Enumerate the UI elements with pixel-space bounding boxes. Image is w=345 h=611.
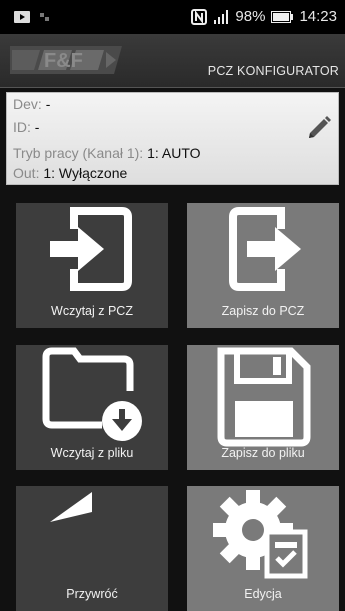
dev-row: Dev: - xyxy=(13,96,50,112)
save-to-file-button[interactable]: Zapisz do pliku xyxy=(187,345,339,470)
status-bar-right: 98% 14:23 xyxy=(191,8,337,25)
edit-button[interactable]: Edycja xyxy=(187,486,339,611)
media-notification-icon xyxy=(14,11,30,23)
logo: F&F xyxy=(10,46,122,74)
save-to-pcz-label: Zapisz do PCZ xyxy=(221,304,305,318)
nfc-icon xyxy=(191,8,208,25)
dev-value: - xyxy=(45,96,51,112)
notification-icon xyxy=(40,13,49,21)
restore-label: Przywróć xyxy=(66,587,118,601)
load-from-file-label: Wczytaj z pliku xyxy=(50,446,134,460)
app-title: PCZ KONFIGURATOR xyxy=(207,64,339,78)
mode-row: Tryb pracy (Kanał 1): 1: AUTO xyxy=(13,145,201,161)
signal-icon xyxy=(214,9,229,24)
dev-label: Dev: xyxy=(13,96,42,112)
load-from-file-button[interactable]: Wczytaj z pliku xyxy=(16,345,168,470)
mode-label: Tryb pracy (Kanał 1): xyxy=(13,145,144,161)
out-value: 1: Wyłączone xyxy=(43,165,128,181)
battery-icon xyxy=(271,10,294,23)
restore-button[interactable]: Przywróć xyxy=(16,486,168,611)
mode-value: 1: AUTO xyxy=(147,145,201,161)
status-bar-left xyxy=(14,11,50,23)
status-bar: 98% 14:23 xyxy=(0,0,345,34)
logo-text: F&F xyxy=(44,50,83,72)
app-header: F&F PCZ KONFIGURATOR xyxy=(0,34,345,88)
edit-label: Edycja xyxy=(244,587,282,601)
load-from-pcz-label: Wczytaj z PCZ xyxy=(51,304,133,318)
load-from-pcz-button[interactable]: Wczytaj z PCZ xyxy=(16,203,168,328)
out-label: Out: xyxy=(13,165,40,181)
id-row: ID: - xyxy=(13,119,39,135)
out-row: Out: 1: Wyłączone xyxy=(13,165,127,181)
save-to-file-label: Zapisz do pliku xyxy=(221,446,305,460)
battery-percent: 98% xyxy=(235,8,266,25)
pencil-icon[interactable] xyxy=(306,113,332,139)
device-info-panel[interactable]: Dev: - ID: - Tryb pracy (Kanał 1): 1: AU… xyxy=(6,92,339,185)
id-value: - xyxy=(34,119,40,135)
save-to-pcz-button[interactable]: Zapisz do PCZ xyxy=(187,203,339,328)
id-label: ID: xyxy=(13,119,31,135)
clock: 14:23 xyxy=(299,8,337,25)
